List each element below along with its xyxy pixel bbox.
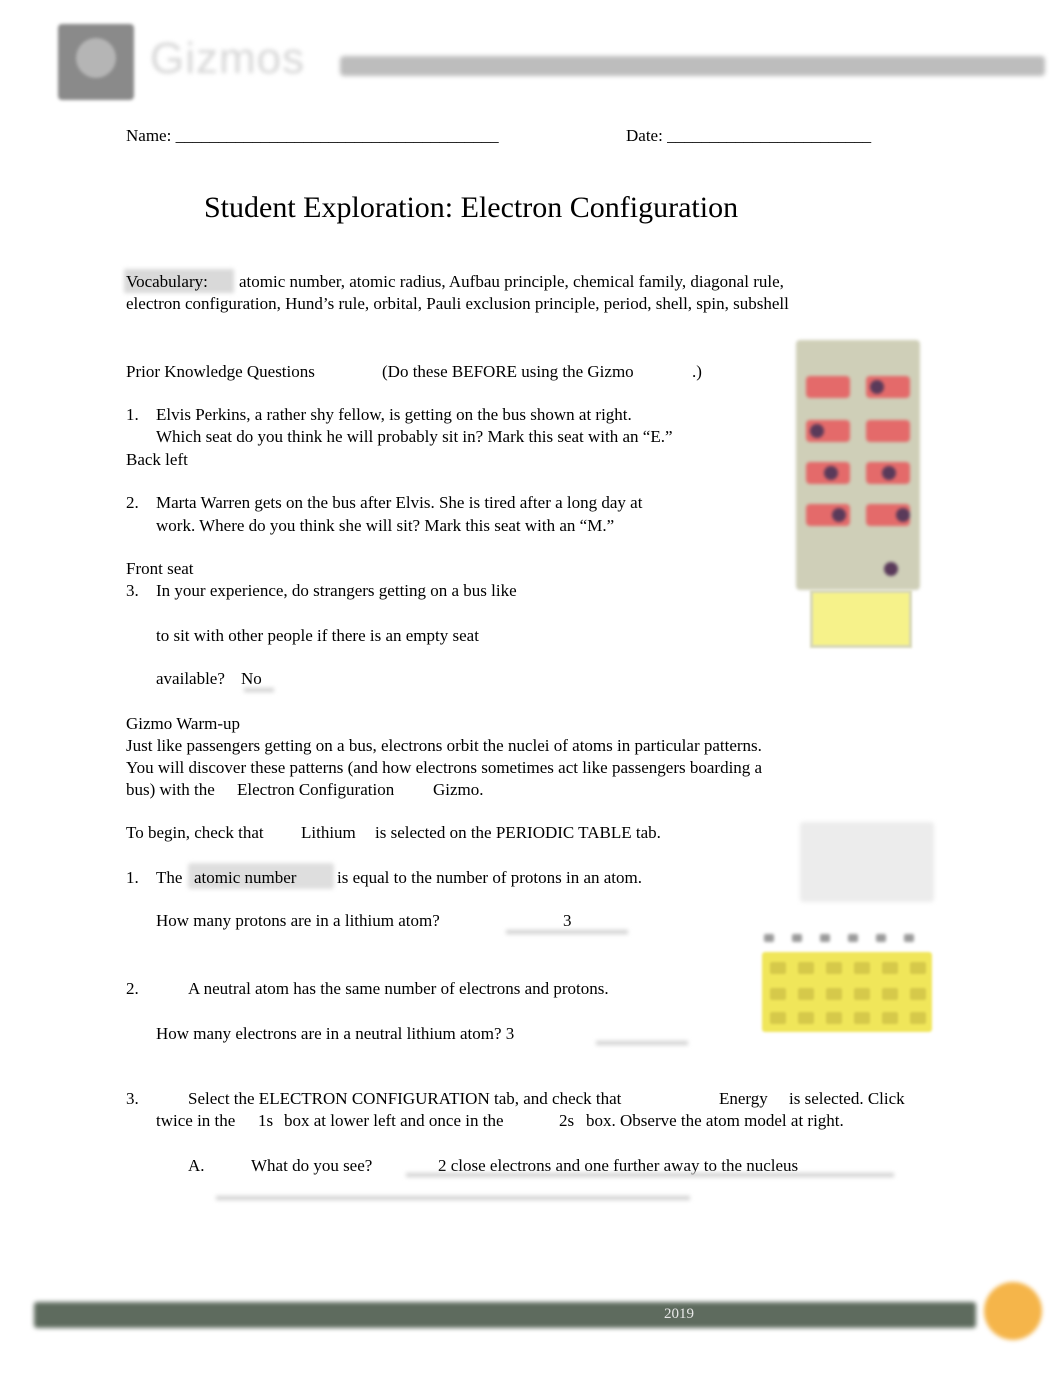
date-label: Date: xyxy=(626,126,663,145)
wu-q3a-question: What do you see? xyxy=(251,1156,373,1175)
pk-q3-number: 3. xyxy=(126,581,139,600)
pk-q3-line-1: In your experience, do strangers getting… xyxy=(156,581,517,600)
prior-knowledge-note-close: .) xyxy=(692,362,702,381)
wu-q1-answer[interactable]: 3 xyxy=(563,910,572,932)
warmup-para-line-2: You will discover these patterns (and ho… xyxy=(126,758,763,777)
wu-q2-line: A neutral atom has the same number of el… xyxy=(188,979,609,998)
wu-q3-energy: Energy xyxy=(719,1089,768,1108)
wu-q3a-label: A. xyxy=(188,1156,205,1175)
pk-q2-answer[interactable]: Front seat xyxy=(126,558,194,580)
warmup-para-line-3c: Gizmo. xyxy=(433,780,484,799)
prior-knowledge-heading: Prior Knowledge Questions xyxy=(126,362,315,381)
vocabulary-label: Vocabulary: xyxy=(126,272,208,291)
wu-q1-term: atomic number xyxy=(194,868,297,887)
pk-q2-line-2: work. Where do you think she will sit? M… xyxy=(156,516,615,535)
wu-q3-text-d: twice in the xyxy=(156,1111,236,1130)
wu-q1-text-b: is equal to the number of protons in an … xyxy=(337,868,642,887)
footer-badge-icon xyxy=(984,1282,1042,1340)
bus-seating-image xyxy=(796,340,920,590)
wu-q2-number: 2. xyxy=(126,979,139,998)
pk-q3-line-3: available? xyxy=(156,669,225,688)
prior-knowledge-note: (Do these BEFORE using the Gizmo xyxy=(382,362,634,381)
bus-door-image xyxy=(810,590,912,648)
warmup-heading: Gizmo Warm-up xyxy=(126,714,240,733)
pk-q3-answer[interactable]: No xyxy=(241,668,262,690)
wu-q3-text-f: box at lower left and once in the xyxy=(284,1111,504,1130)
periodic-table-tab-image xyxy=(800,822,934,902)
gizmos-logo-text: Gizmos xyxy=(150,34,306,83)
begin-element: Lithium xyxy=(301,823,356,842)
pk-q1-line-1: Elvis Perkins, a rather shy fellow, is g… xyxy=(156,405,632,424)
footer-year: 2019 xyxy=(664,1306,694,1322)
wu-q1-answer-line xyxy=(506,930,628,934)
footer-bar xyxy=(34,1302,976,1328)
name-blank: ______________________________________ xyxy=(175,126,499,145)
pk-q2-line-1: Marta Warren gets on the bus after Elvis… xyxy=(156,493,643,512)
warmup-para-line-1: Just like passengers getting on a bus, e… xyxy=(126,736,762,755)
wu-q3-number: 3. xyxy=(126,1089,139,1108)
pk-q1-answer[interactable]: Back left xyxy=(126,449,188,471)
periodic-group-labels xyxy=(760,934,932,946)
vocabulary-line-2: electron configuration, Hund’s rule, orb… xyxy=(126,294,789,313)
pk-q2-number: 2. xyxy=(126,493,139,512)
pk-q1-line-2: Which seat do you think he will probably… xyxy=(156,427,673,446)
name-field[interactable]: Name: __________________________________… xyxy=(126,125,499,147)
date-blank: ________________________ xyxy=(667,126,872,145)
warmup-para-line-3a: bus) with the xyxy=(126,780,215,799)
wu-q3-1s: 1s xyxy=(258,1111,274,1130)
wu-q3a-answer-line-1 xyxy=(406,1173,894,1177)
page-title: Student Exploration: Electron Configurat… xyxy=(204,191,739,224)
wu-q1-text-a: The xyxy=(156,868,183,887)
header-bar xyxy=(340,56,1045,76)
periodic-table-grid-image xyxy=(762,952,932,1032)
begin-text-c: is selected on the PERIODIC TABLE tab. xyxy=(375,823,661,842)
wu-q3-2s: 2s xyxy=(559,1111,575,1130)
wu-q3a-answer-line-2 xyxy=(216,1196,690,1200)
warmup-gizmo-name: Electron Configuration xyxy=(237,780,395,799)
pk-q3-answer-line xyxy=(244,688,274,692)
vocabulary-line-1: atomic number, atomic radius, Aufbau pri… xyxy=(239,272,784,291)
wu-q2-sub[interactable]: How many electrons are in a neutral lith… xyxy=(156,1023,514,1045)
name-label: Name: xyxy=(126,126,172,145)
wu-q3-text-c: is selected. Click xyxy=(789,1089,905,1108)
wu-q1-sub: How many protons are in a lithium atom? xyxy=(156,911,440,930)
wu-q1-number: 1. xyxy=(126,868,139,887)
pk-q3-line-2: to sit with other people if there is an … xyxy=(156,626,479,645)
wu-q3-text-h: box. Observe the atom model at right. xyxy=(586,1111,844,1130)
pk-q1-number: 1. xyxy=(126,405,139,424)
date-field[interactable]: Date: ________________________ xyxy=(626,125,871,147)
gizmos-logo-icon xyxy=(58,24,134,100)
begin-text-a: To begin, check that xyxy=(126,823,264,842)
wu-q3-text-a: Select the ELECTRON CONFIGURATION tab, a… xyxy=(188,1089,622,1108)
wu-q2-answer-line xyxy=(596,1041,688,1045)
